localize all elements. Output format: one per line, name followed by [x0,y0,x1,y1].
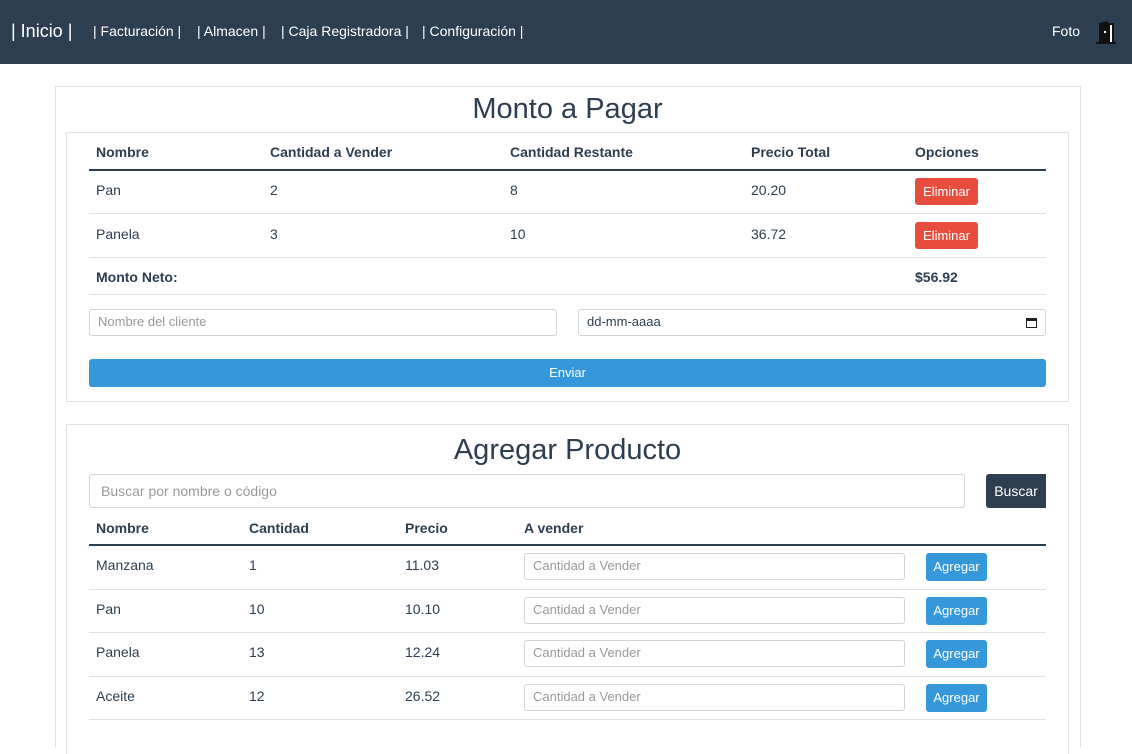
agregar-button[interactable]: Agregar [926,640,987,668]
nav-configuracion-link[interactable]: | Configuración | [422,22,523,40]
net-amount-value: $56.92 [915,269,958,285]
pay-row-2-precio-total: 36.72 [751,226,787,242]
buscar-button[interactable]: Buscar [986,474,1046,508]
product-row-3-precio: 12.24 [405,644,441,660]
eliminar-button[interactable]: Eliminar [915,222,978,249]
product-row-1-precio: 11.03 [405,557,439,573]
product-row-3-cantidad: 13 [249,644,265,660]
net-amount-label: Monto Neto: [96,269,178,285]
product-row-1-nombre: Manzana [96,557,154,573]
pay-section-title: Monto a Pagar [472,93,663,125]
add-section-title: Agregar Producto [453,434,682,466]
brand-inicio-link[interactable]: | Inicio | [11,19,72,43]
product-row-4-nombre: Aceite [96,688,135,704]
quantity-to-sell-input[interactable]: Cantidad a Vender [524,640,905,667]
sale-date-value: dd-mm-aaaa [587,314,661,329]
quantity-to-sell-input[interactable]: Cantidad a Vender [524,553,905,580]
product-row-4-cantidad: 12 [249,688,265,704]
add-col-nombre: Nombre [96,520,149,536]
add-col-cantidad: Cantidad [249,520,309,536]
quantity-to-sell-input[interactable]: Cantidad a Vender [524,597,905,624]
pay-col-nombre: Nombre [96,144,149,160]
row-divider [89,676,1046,677]
row-divider [89,257,1046,258]
agregar-button[interactable]: Agregar [926,597,987,625]
enviar-button[interactable]: Enviar [89,359,1046,387]
user-photo-label[interactable]: Foto [1052,22,1080,40]
row-divider [89,213,1046,214]
agregar-button[interactable]: Agregar [926,684,987,712]
pay-row-2-cantidad-restante: 10 [510,226,526,242]
pay-row-2-nombre: Panela [96,226,140,242]
pay-col-opciones: Opciones [915,144,979,160]
pay-row-1-cantidad-vender: 2 [270,182,278,198]
nav-facturacion-link[interactable]: | Facturación | [93,22,181,40]
pay-col-cantidad-vender: Cantidad a Vender [270,144,393,160]
product-search-input[interactable]: Buscar por nombre o código [89,474,965,508]
pay-row-1-cantidad-restante: 8 [510,182,518,198]
door-exit-icon[interactable] [1094,20,1118,44]
product-row-2-precio: 10.10 [405,601,441,617]
quantity-to-sell-input[interactable]: Cantidad a Vender [524,684,905,711]
agregar-button[interactable]: Agregar [926,553,987,581]
product-row-3-nombre: Panela [96,644,140,660]
row-divider [89,719,1046,720]
row-divider [89,632,1046,633]
product-row-2-cantidad: 10 [249,601,265,617]
pay-col-cantidad-restante: Cantidad Restante [510,144,633,160]
product-row-2-nombre: Pan [96,601,121,617]
table-header-divider [89,544,1046,546]
pay-row-1-precio-total: 20.20 [751,182,787,198]
nav-almacen-link[interactable]: | Almacen | [197,22,266,40]
add-col-precio: Precio [405,520,448,536]
product-row-4-precio: 26.52 [405,688,441,704]
pay-row-1-nombre: Pan [96,182,121,198]
calendar-icon[interactable] [1026,317,1037,328]
pay-col-precio-total: Precio Total [751,144,831,160]
client-name-input[interactable]: Nombre del cliente [89,309,557,336]
eliminar-button[interactable]: Eliminar [915,178,978,205]
nav-caja-registradora-link[interactable]: | Caja Registradora | [281,22,409,40]
row-divider [89,294,1046,295]
add-col-a-vender: A vender [524,520,584,536]
product-row-1-cantidad: 1 [249,557,257,573]
top-navbar: | Inicio | | Facturación | | Almacen | |… [0,0,1132,64]
sale-date-input[interactable]: dd-mm-aaaa [578,309,1046,336]
row-divider [89,589,1046,590]
table-header-divider [89,169,1046,171]
pay-row-2-cantidad-vender: 3 [270,226,278,242]
